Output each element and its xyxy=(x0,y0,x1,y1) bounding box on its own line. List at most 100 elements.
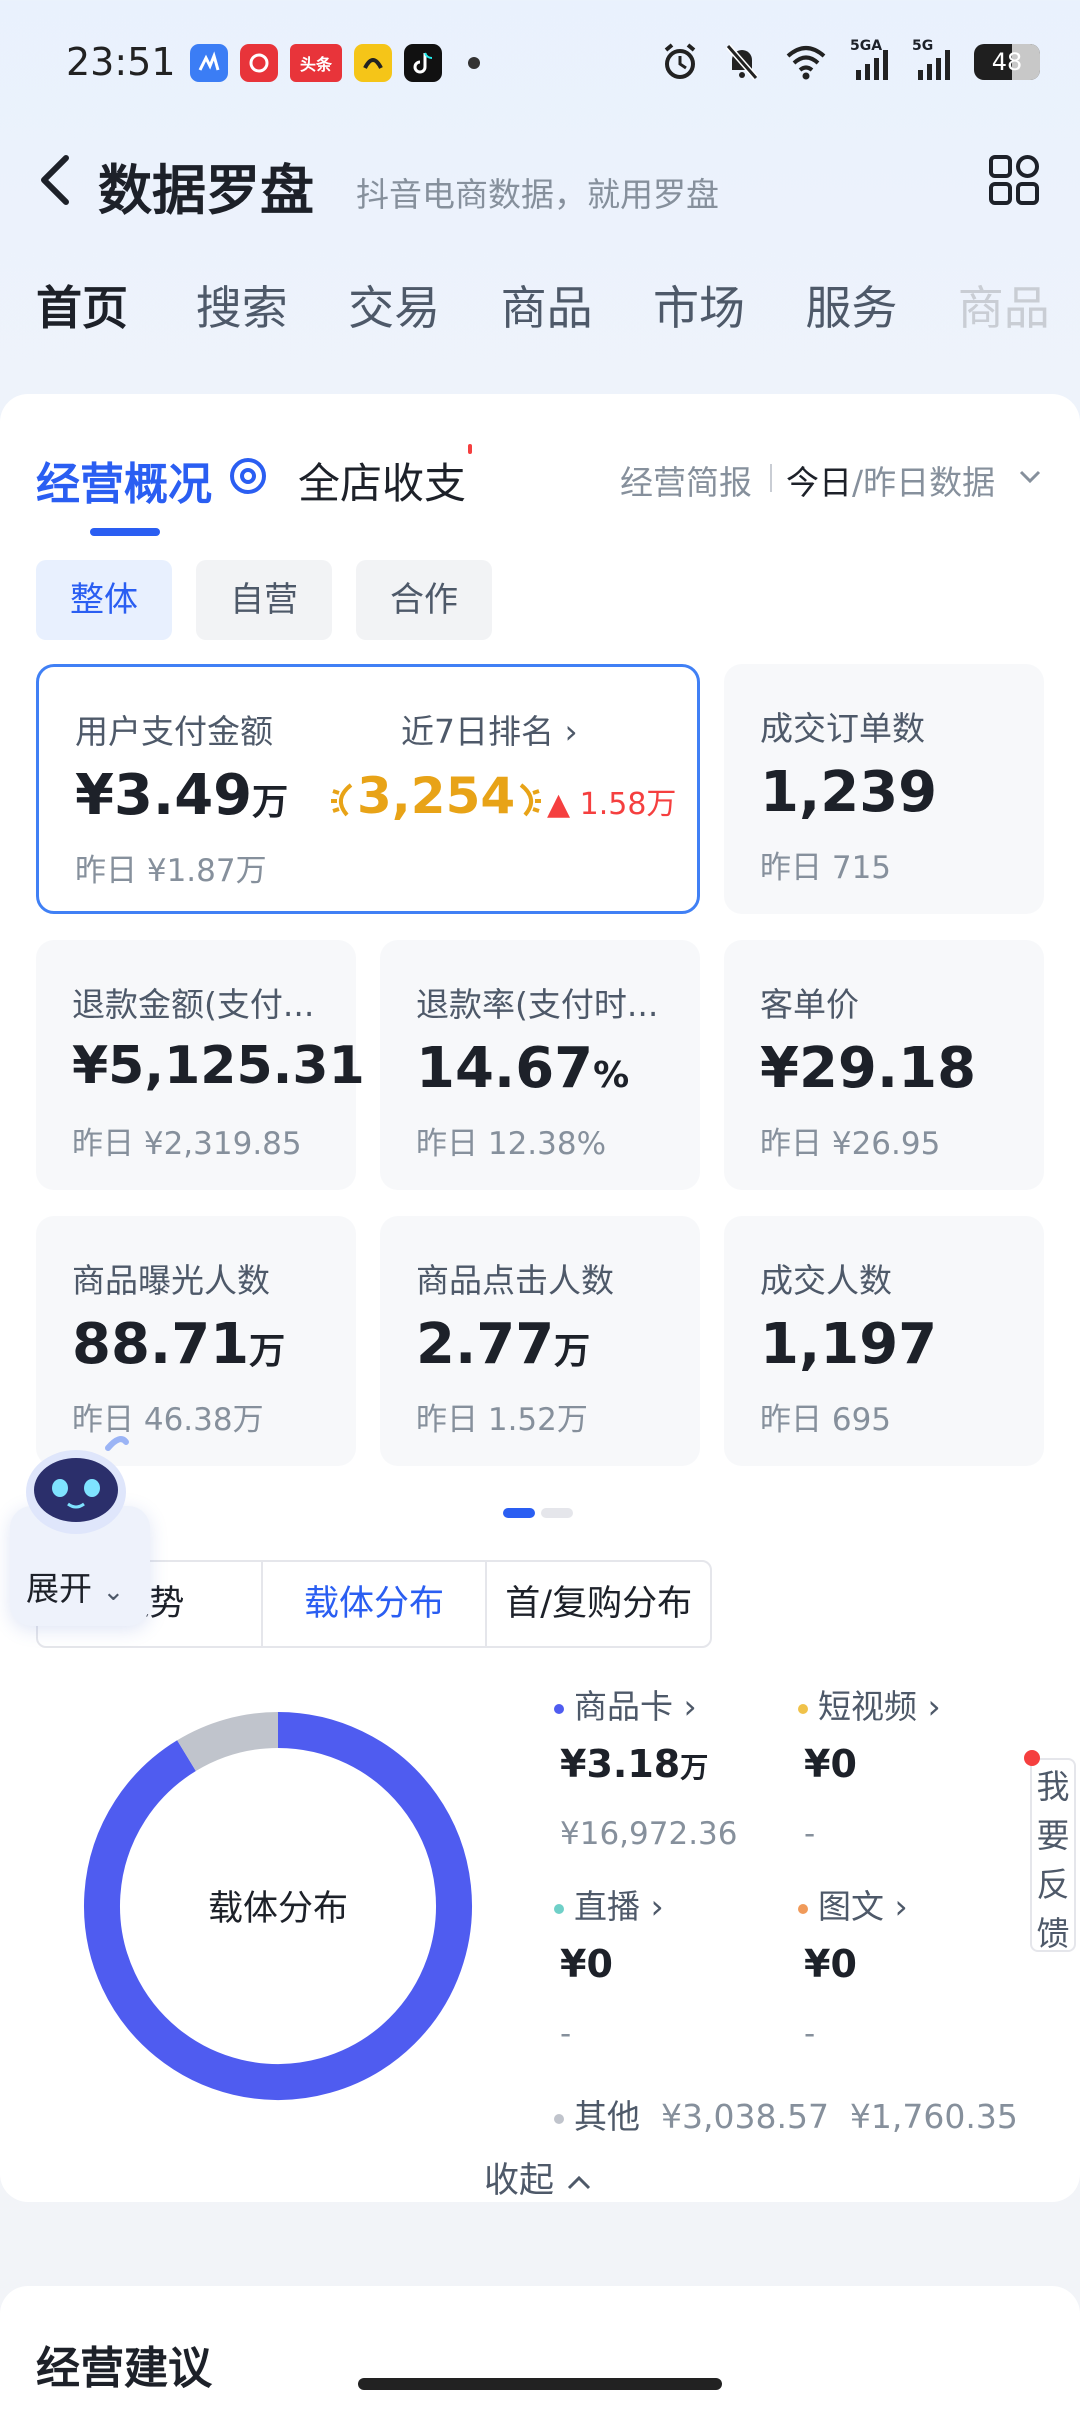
back-arrow-icon[interactable] xyxy=(36,150,76,210)
subtab-repurchase[interactable]: 首/复购分布 xyxy=(487,1562,710,1646)
legend-short-video[interactable]: 短视频 › xyxy=(798,1680,941,1728)
toutiao-icon: 头条 xyxy=(290,44,342,82)
signal-5ga-icon: 5GA xyxy=(850,38,890,82)
metric-refund-rate[interactable]: 退款率(支付时... 14.67% 昨日 12.38% xyxy=(380,940,700,1190)
scope-pills: 整体 自营 合作 xyxy=(36,560,492,640)
metric-orders[interactable]: 成交订单数 1,239 昨日 715 xyxy=(724,664,1044,914)
metric-value: 1,239 xyxy=(760,760,938,825)
metric-label: 用户支付金额 xyxy=(75,712,273,751)
legend-value: ¥0 xyxy=(804,1742,857,1786)
target-icon[interactable] xyxy=(226,454,270,498)
subtab-carrier[interactable]: 载体分布 xyxy=(263,1562,488,1646)
page-indicator xyxy=(503,1508,573,1518)
pill-self-operated[interactable]: 自营 xyxy=(196,560,332,640)
metric-label: 客单价 xyxy=(760,985,859,1024)
apps-grid-icon[interactable] xyxy=(988,154,1040,206)
douyin-icon xyxy=(404,44,442,82)
tab-market[interactable]: 市场 xyxy=(623,272,775,352)
metric-refund-amount[interactable]: 退款金额(支付... ¥5,125.31 昨日 ¥2,319.85 xyxy=(36,940,365,1190)
legend-dot xyxy=(554,1903,564,1914)
metric-yesterday: 昨日 12.38% xyxy=(416,1126,607,1162)
notification-icons: 头条 xyxy=(190,44,480,82)
tab-store-income[interactable]: 全店收支 xyxy=(298,450,466,511)
metric-buyers[interactable]: 成交人数 1,197 昨日 695 xyxy=(724,1216,1044,1466)
metric-label: 成交人数 xyxy=(760,1261,892,1300)
collapse-button[interactable]: 收起 xyxy=(484,2152,593,2203)
wifi-icon xyxy=(786,46,826,80)
status-time: 23:51 xyxy=(66,40,176,84)
page-subtitle: 抖音电商数据，就用罗盘 xyxy=(356,175,719,214)
metric-avg-price[interactable]: 客单价 ¥29.18 昨日 ¥26.95 xyxy=(724,940,1044,1190)
tab-home[interactable]: 首页 xyxy=(0,272,166,352)
metric-value: 88.71万 xyxy=(72,1312,286,1377)
metric-yesterday: 昨日 ¥1.87万 xyxy=(75,853,267,889)
metric-value: 1,197 xyxy=(760,1312,938,1377)
more-notifications-dot xyxy=(468,57,480,69)
legend-sub: - xyxy=(560,2016,572,2052)
metric-yesterday: 昨日 1.52万 xyxy=(416,1402,588,1438)
laurel-right-icon xyxy=(519,782,542,816)
metric-value: ¥29.18 xyxy=(760,1036,977,1101)
tab-products[interactable]: 商品 xyxy=(470,272,622,352)
donut-center-label: 载体分布 xyxy=(207,1889,348,1929)
legend-dot xyxy=(554,1703,564,1714)
home-indicator[interactable] xyxy=(358,2378,722,2390)
metric-value: 2.77万 xyxy=(416,1312,591,1377)
rank-7day-link[interactable]: 近7日排名 › xyxy=(401,705,578,753)
legend-sub: - xyxy=(804,1816,816,1852)
legend-product-card[interactable]: 商品卡 › xyxy=(554,1680,697,1728)
feedback-button[interactable]: 我要反馈 xyxy=(1030,1758,1076,1953)
legend-dot xyxy=(798,1903,808,1914)
active-tab-indicator xyxy=(90,528,160,536)
metric-value: ¥5,125.31 xyxy=(72,1036,365,1096)
laurel-left-icon xyxy=(331,782,353,816)
page-dot xyxy=(541,1508,573,1518)
legend-other: 其他 ¥3,038.57 ¥1,760.35 xyxy=(554,2090,1018,2138)
tab-trade[interactable]: 交易 xyxy=(318,272,470,352)
legend-live[interactable]: 直播 › xyxy=(554,1880,664,1928)
metric-label: 退款金额(支付... xyxy=(72,985,315,1024)
date-selector[interactable]: 今日/昨日数据 xyxy=(786,456,995,504)
nav-tabs: 首页 搜索 交易 商品 市场 服务 商品 xyxy=(0,272,1080,352)
metric-clicks[interactable]: 商品点击人数 2.77万 昨日 1.52万 xyxy=(380,1216,700,1466)
rank-value: 3,254 xyxy=(329,767,543,825)
metric-yesterday: 昨日 695 xyxy=(760,1402,892,1438)
double-chevron-down-icon: ⌄ xyxy=(102,1577,125,1607)
page-title: 数据罗盘 xyxy=(98,159,314,222)
metric-value: 14.67% xyxy=(416,1036,630,1101)
legend-value: ¥0 xyxy=(560,1942,613,1986)
legend-dot xyxy=(554,2113,564,2124)
date-today: 今日 xyxy=(786,463,852,502)
metric-pay-amount[interactable]: 用户支付金额 近7日排名 › ¥3.49万 3,254 ▲ 1.58万 昨日 ¥… xyxy=(36,664,700,914)
legend-sub: ¥16,972.36 xyxy=(560,1816,738,1852)
expand-label[interactable]: 展开 ⌄ xyxy=(26,1562,124,1610)
netease-music-icon xyxy=(240,44,278,82)
chevron-down-icon[interactable] xyxy=(1016,462,1044,490)
pill-cooperation[interactable]: 合作 xyxy=(356,560,492,640)
divider xyxy=(770,464,772,492)
legend-sub: - xyxy=(804,2016,816,2052)
pill-overall[interactable]: 整体 xyxy=(36,560,172,640)
tab-service[interactable]: 服务 xyxy=(775,272,927,352)
legend-dot xyxy=(798,1703,808,1714)
brief-label[interactable]: 经营简报 xyxy=(620,456,752,504)
metric-label: 商品曝光人数 xyxy=(72,1261,270,1300)
date-rest: /昨日数据 xyxy=(852,463,996,502)
legend-value: ¥3.18万 xyxy=(560,1742,709,1786)
metric-label: 成交订单数 xyxy=(760,709,925,748)
metric-yesterday: 昨日 ¥2,319.85 xyxy=(72,1126,302,1162)
metric-yesterday: 昨日 ¥26.95 xyxy=(760,1126,941,1162)
battery-icon: 48 xyxy=(974,44,1040,80)
alarm-icon xyxy=(664,43,696,79)
page-dot-active xyxy=(503,1508,535,1518)
tab-products-2[interactable]: 商品 xyxy=(928,272,1080,352)
legend-image-text[interactable]: 图文 › xyxy=(798,1880,908,1928)
metric-yesterday: 昨日 715 xyxy=(760,850,892,886)
tab-business-overview[interactable]: 经营概况 xyxy=(36,448,212,512)
app-icon-yellow xyxy=(354,44,392,82)
tab-search[interactable]: 搜索 xyxy=(166,272,318,352)
feedback-badge xyxy=(1024,1750,1040,1766)
metric-value: ¥3.49万 xyxy=(75,763,289,828)
signal-5g-icon: 5G xyxy=(912,38,952,82)
app-icon-1 xyxy=(190,44,228,82)
